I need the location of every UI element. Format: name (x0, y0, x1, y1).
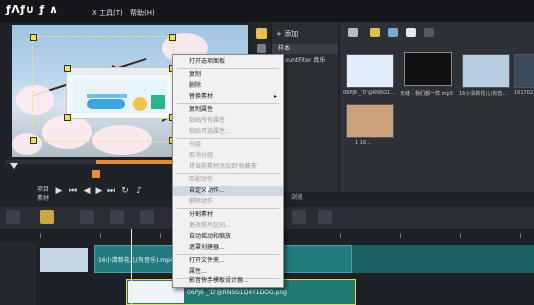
storyboard-view-icon[interactable] (6, 210, 20, 224)
menu-item-ungroup[interactable]: 取消分组 (173, 151, 283, 161)
timeline-view-icon[interactable] (40, 210, 54, 224)
library-thumb[interactable] (346, 54, 394, 88)
media-library-icon[interactable] (256, 28, 267, 39)
skip-forward-icon[interactable]: ⏭ (106, 186, 116, 196)
menu-item-add-to-favorites[interactable]: 将当前素材添加到'收藏夹' (173, 162, 283, 172)
menu-item-open-folder[interactable]: 打开文件夹... (173, 256, 283, 266)
library-thumb[interactable] (346, 104, 394, 138)
skip-back-icon[interactable]: ⏮ (68, 186, 78, 196)
menu-item-split-clip[interactable]: 分割素材 (173, 210, 283, 220)
menu-item-change-photo-duration[interactable]: 更改照片区间... (173, 221, 283, 231)
browse-button[interactable]: 浏览 (291, 192, 303, 201)
motion-tracking-icon[interactable] (292, 210, 306, 224)
sort-icon[interactable] (424, 28, 434, 37)
menu-item-replace-clip[interactable]: 替换素材 ▸ (173, 92, 283, 102)
library-caption: 16小清新花儿(有音... (459, 91, 508, 97)
title-bar (0, 0, 534, 22)
play-icon[interactable]: ▶ (54, 186, 64, 196)
library-caption: 06PJ6 _'D'@RNSG1... (343, 90, 395, 96)
menu-item-open-options[interactable]: 打开选项面板 (173, 57, 283, 67)
library-thumb[interactable] (514, 54, 534, 88)
menu-item-paste-selected-attributes[interactable]: 粘贴可选属性... (173, 127, 283, 137)
tree-item-sample[interactable]: 样本 (272, 44, 338, 54)
video-clip-continued[interactable] (352, 245, 534, 273)
clip-mode-label[interactable]: 素材 (37, 193, 49, 202)
library-caption: 161702... (514, 90, 534, 96)
scrubber-knob[interactable] (10, 163, 18, 169)
video-track-header[interactable] (0, 243, 36, 279)
library-caption: 无缝 - 我们都一样.mp3 (400, 91, 453, 97)
add-folder-button[interactable]: + 添加 (276, 29, 298, 39)
timeline-playhead[interactable] (131, 229, 132, 305)
redo-icon[interactable] (110, 210, 124, 224)
video-clip-label: 16小清新花儿(有音乐).mp4 (98, 257, 174, 264)
menu-help[interactable]: 帮助(H) (130, 8, 155, 18)
show-photo-icon[interactable] (388, 28, 398, 37)
overlay-track-header[interactable] (0, 277, 36, 305)
trim-start-marker[interactable] (92, 170, 100, 178)
menu-item-customize-motion[interactable]: 自定义动作... (173, 186, 283, 196)
app-logo: ƒΛƒ∪ ƒ ∧ (6, 3, 59, 16)
mouse-cursor (206, 187, 210, 195)
menu-item-match-motion[interactable]: 匹配动作 (173, 175, 283, 185)
show-audio-icon[interactable] (406, 28, 416, 37)
menu-item-remove-motion[interactable]: 删除动作 (173, 197, 283, 207)
volume-icon[interactable]: ♪ (134, 186, 144, 196)
context-menu: 打开选项面板 复制 删除 替换素材 ▸ 复制属性 粘贴所有属性 粘贴可选属性...… (172, 54, 284, 288)
menu-item-mask-creator[interactable]: 遮罩创建器... (173, 243, 283, 253)
show-video-icon[interactable] (370, 28, 380, 37)
undo-icon[interactable] (80, 210, 94, 224)
menu-tools[interactable]: X 工具(T) (92, 8, 123, 18)
library-thumb-audio[interactable] (404, 52, 452, 86)
menu-item-copy[interactable]: 复制 (173, 70, 283, 80)
menu-item-group[interactable]: 分组 (173, 140, 283, 150)
menu-item-copy-attributes[interactable]: 复制属性 (173, 105, 283, 115)
path-edit-icon[interactable] (318, 210, 332, 224)
folder-icon[interactable] (348, 28, 358, 37)
record-icon[interactable] (140, 210, 154, 224)
menu-item-template-designer[interactable]: 影音快手模板设计器... (173, 276, 283, 286)
repeat-icon[interactable]: ↻ (120, 186, 130, 196)
overlay-image[interactable] (64, 65, 176, 121)
menu-item-delete[interactable]: 删除 (173, 81, 283, 91)
project-mode-label[interactable]: 项目 (37, 184, 49, 193)
menu-item-paste-all-attributes[interactable]: 粘贴所有属性 (173, 116, 283, 126)
instant-project-icon[interactable] (257, 44, 266, 53)
library-caption: 1 16... (355, 140, 371, 146)
overlay-clip-label: 06PJ6 _'D'@RNSG1Q4Y1DOG.png (187, 289, 287, 296)
library-thumb[interactable] (462, 54, 510, 88)
step-back-icon[interactable]: ◀ (82, 186, 92, 196)
step-forward-icon[interactable]: ▶ (94, 186, 104, 196)
menu-item-auto-pan-zoom[interactable]: 自动摇动和缩放 (173, 232, 283, 242)
trim-range[interactable] (96, 160, 184, 164)
video-clip-thumb (40, 248, 88, 272)
